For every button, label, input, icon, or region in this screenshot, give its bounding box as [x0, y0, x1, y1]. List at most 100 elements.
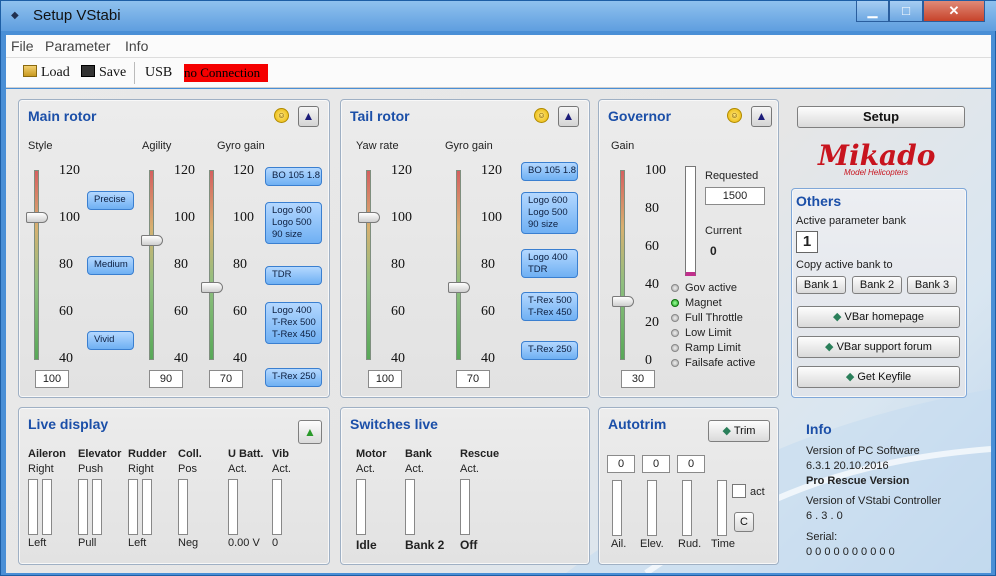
gain-tick: 80	[645, 201, 659, 216]
copy-bank-label: Copy active bank to	[796, 259, 893, 271]
low-limit-led	[671, 329, 679, 337]
close-button[interactable]: ✕	[923, 1, 985, 22]
copy-to-bank-1-button[interactable]: Bank 1	[796, 276, 846, 294]
trim-aileron-value[interactable]: 0	[607, 455, 635, 473]
menu-parameter[interactable]: Parameter	[45, 38, 110, 54]
style-value[interactable]: 100	[35, 370, 69, 388]
agility-value[interactable]: 90	[149, 370, 183, 388]
switches-live-title: Switches live	[350, 416, 438, 432]
style-preset-medium[interactable]: Medium	[87, 256, 134, 275]
tail-gyro-slider-thumb[interactable]	[448, 282, 470, 293]
autotrim-panel: Autotrim ◆ Trim 0 0 0 Ail. Elev. Rud. Ti…	[598, 407, 779, 565]
requested-value[interactable]: 1500	[705, 187, 765, 205]
yaw-rate-value[interactable]: 100	[368, 370, 402, 388]
gyro-gain-value[interactable]: 70	[209, 370, 243, 388]
book-icon: ◆	[832, 311, 845, 323]
tail-preset-trex500[interactable]: T-Rex 500 T-Rex 450	[521, 292, 578, 321]
ramp-limit-led	[671, 344, 679, 352]
main-rotor-panel: Main rotor ☺ ▲ Style 120 100 80 60 40 Pr…	[18, 99, 330, 398]
switch-state: Idle	[356, 538, 377, 552]
app-window: ◆ Setup VStabi ▁ □ ✕ File Parameter Info…	[0, 0, 996, 576]
style-slider-track[interactable]	[34, 170, 39, 360]
style-tick: 100	[59, 210, 80, 225]
maximize-button[interactable]: □	[889, 1, 923, 22]
style-slider-thumb[interactable]	[26, 212, 48, 223]
chart-icon[interactable]: ▲	[298, 420, 322, 444]
book-icon: ◆	[825, 341, 837, 353]
gyro-preset-logo600[interactable]: Logo 600 Logo 500 90 size	[265, 202, 322, 244]
gyro-preset-tdr[interactable]: TDR	[265, 266, 322, 285]
channel-top-label: Push	[78, 463, 104, 475]
gyro-preset-logo400[interactable]: Logo 400 T-Rex 500 T-Rex 450	[265, 302, 322, 344]
gyro-preset-trex250[interactable]: T-Rex 250	[265, 368, 322, 387]
copy-to-bank-2-button[interactable]: Bank 2	[852, 276, 902, 294]
menu-info[interactable]: Info	[125, 38, 148, 54]
save-button[interactable]: Save	[81, 65, 126, 81]
trim-rudder-value[interactable]: 0	[677, 455, 705, 473]
agility-slider-thumb[interactable]	[141, 235, 163, 246]
style-preset-vivid[interactable]: Vivid	[87, 331, 134, 350]
load-button[interactable]: Load	[23, 65, 70, 81]
style-tick: 80	[59, 257, 73, 272]
folder-icon	[23, 65, 37, 77]
switch-top-label: Act.	[460, 463, 479, 475]
gyro-gain-slider-track[interactable]	[209, 170, 214, 360]
vbar-forum-button[interactable]: ◆ VBar support forum	[797, 336, 960, 358]
main-rotor-title: Main rotor	[28, 108, 97, 124]
get-keyfile-button[interactable]: ◆ Get Keyfile	[797, 366, 960, 388]
trim-elevator-bar	[647, 480, 657, 536]
style-preset-precise[interactable]: Precise	[87, 191, 134, 210]
yaw-rate-slider-thumb[interactable]	[358, 212, 380, 223]
tail-preset-trex250[interactable]: T-Rex 250	[521, 341, 578, 360]
toolbar: Load Save USB no Connection	[6, 58, 991, 88]
switch-name: Motor	[356, 448, 387, 460]
tail-preset-logo400[interactable]: Logo 400 TDR	[521, 249, 578, 278]
smiley-icon[interactable]: ☺	[274, 108, 289, 123]
controller-version-label: Version of VStabi Controller	[806, 495, 942, 507]
copy-to-bank-3-button[interactable]: Bank 3	[907, 276, 957, 294]
clear-button[interactable]: C	[734, 512, 754, 532]
channel-name: Rudder	[128, 448, 167, 460]
channel-name: Elevator	[78, 448, 122, 460]
yaw-rate-tick: 40	[391, 351, 405, 366]
gain-slider-track[interactable]	[620, 170, 625, 360]
channel-bar	[178, 479, 188, 535]
tail-preset-bo105[interactable]: BO 105 1.8	[521, 162, 578, 181]
tail-gyro-tick: 40	[481, 351, 495, 366]
menu-file[interactable]: File	[11, 38, 34, 54]
channel-bottom-label: Left	[28, 537, 47, 549]
smiley-icon[interactable]: ☺	[534, 108, 549, 123]
tail-gyro-tick: 80	[481, 257, 495, 272]
graduation-hat-icon[interactable]: ▲	[298, 106, 319, 127]
yaw-rate-tick: 120	[391, 163, 412, 178]
trim-button[interactable]: ◆ Trim	[708, 420, 770, 442]
full-throttle-led	[671, 314, 679, 322]
channel-bottom-label: 0.00 V	[228, 537, 260, 549]
gain-slider-thumb[interactable]	[612, 296, 634, 307]
agility-slider-track[interactable]	[149, 170, 154, 360]
usb-button[interactable]: USB	[145, 65, 172, 81]
smiley-icon[interactable]: ☺	[727, 108, 742, 123]
tail-preset-logo600[interactable]: Logo 600 Logo 500 90 size	[521, 192, 578, 234]
tail-gyro-value[interactable]: 70	[456, 370, 490, 388]
vbar-homepage-button[interactable]: ◆ VBar homepage	[797, 306, 960, 328]
switch-bar	[356, 479, 366, 535]
magnet-led	[671, 299, 679, 307]
tail-rotor-panel: Tail rotor ☺ ▲ Yaw rate 120 100 80 60 40…	[340, 99, 590, 398]
act-checkbox[interactable]	[732, 484, 746, 498]
graduation-hat-icon[interactable]: ▲	[751, 106, 772, 127]
setup-button[interactable]: Setup	[797, 106, 965, 128]
graduation-hat-icon[interactable]: ▲	[558, 106, 579, 127]
tail-gyro-slider-track[interactable]	[456, 170, 461, 360]
act-label: act	[750, 486, 765, 498]
switch-top-label: Act.	[356, 463, 375, 475]
gain-value[interactable]: 30	[621, 370, 655, 388]
minimize-button[interactable]: ▁	[856, 1, 889, 22]
gyro-preset-bo105[interactable]: BO 105 1.8	[265, 167, 322, 186]
serial-value: 0 0 0 0 0 0 0 0 0 0	[806, 546, 895, 558]
gyro-gain-slider-thumb[interactable]	[201, 282, 223, 293]
menu-bar: File Parameter Info	[6, 35, 991, 58]
channel-bar	[42, 479, 52, 535]
trim-elevator-value[interactable]: 0	[642, 455, 670, 473]
yaw-rate-slider-track[interactable]	[366, 170, 371, 360]
